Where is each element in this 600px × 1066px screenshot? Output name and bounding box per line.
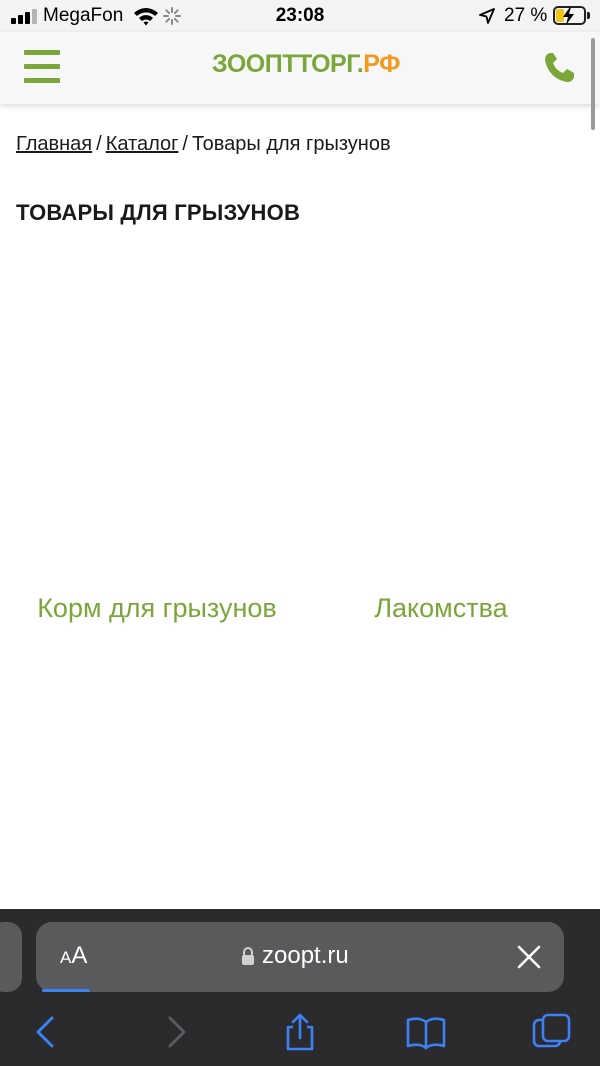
breadcrumb-catalog-link[interactable]: Каталог (106, 133, 179, 155)
breadcrumb-home-link[interactable]: Главная (16, 133, 92, 155)
breadcrumb-separator: / (96, 133, 102, 155)
tabs-icon[interactable] (532, 1012, 572, 1052)
back-icon[interactable] (26, 1012, 66, 1052)
lock-icon (242, 947, 254, 965)
bookmarks-icon[interactable] (406, 1012, 446, 1052)
breadcrumb-separator: / (182, 133, 188, 155)
hamburger-menu-icon[interactable] (24, 50, 60, 84)
share-icon[interactable] (280, 1012, 320, 1052)
location-arrow-icon (479, 8, 495, 24)
battery-percent: 27 % (504, 5, 548, 26)
phone-icon[interactable] (541, 50, 579, 86)
forward-icon[interactable] (156, 1012, 196, 1052)
breadcrumb: Главная / Каталог / Товары для грызунов (16, 133, 391, 156)
category-link-treats[interactable]: Лакомства (316, 589, 566, 627)
breadcrumb-current: Товары для грызунов (191, 133, 391, 155)
battery-cap (587, 12, 590, 19)
url-text: zoopt.ru (262, 942, 349, 969)
page-load-progress (42, 989, 90, 992)
logo-tld-text: РФ (363, 50, 400, 78)
site-logo[interactable]: ЗООПТТОРГ.РФ (212, 46, 402, 86)
status-bar: MegaFon 23:08 27 % (0, 0, 600, 32)
scroll-indicator[interactable] (591, 38, 595, 130)
category-link-rodent-food[interactable]: Корм для грызунов (32, 589, 282, 627)
battery-icon (553, 6, 586, 25)
reader-options-button[interactable]: AA (60, 942, 87, 970)
logo-main-text: ЗООПТТОРГ. (212, 50, 364, 78)
previous-tab-preview[interactable] (0, 922, 22, 992)
safari-bottom-bar: AA zoopt.ru (0, 909, 600, 1066)
address-bar[interactable]: AA zoopt.ru (36, 922, 564, 992)
close-icon[interactable] (516, 944, 542, 970)
site-header: ЗООПТТОРГ.РФ (0, 32, 600, 104)
page-title: ТОВАРЫ ДЛЯ ГРЫЗУНОВ (16, 200, 301, 225)
